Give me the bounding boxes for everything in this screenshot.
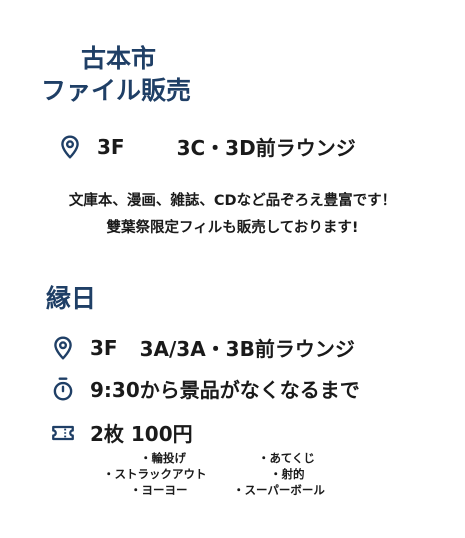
stopwatch-icon	[50, 376, 76, 402]
section1-description-line1: 文庫本、漫画、雑誌、CDなど品ぞろえ豊富です！	[68, 193, 397, 209]
game-item: ・ストラックアウト	[103, 467, 207, 481]
section1-description-line2: 雙葉祭限定フィルも販売しております!	[106, 220, 359, 236]
location-pin-icon	[50, 335, 76, 361]
section1-place: 3C・3D前ラウンジ	[176, 136, 356, 160]
game-item: ・ヨーヨー	[130, 483, 188, 497]
ticket-icon	[50, 420, 76, 446]
location-pin-icon	[57, 134, 83, 160]
game-item: ・スーパーボール	[233, 483, 325, 497]
game-item: ・あてくじ	[258, 451, 315, 465]
game-item: ・射的	[270, 467, 305, 481]
section2-place: 3A/3A・3B前ラウンジ	[139, 337, 355, 361]
section2-floor: 3F	[90, 335, 118, 360]
section2-time: 9:30から景品がなくなるまで	[90, 378, 360, 402]
section1-location-row: 3F 3C・3D前ラウンジ	[57, 132, 356, 161]
section1-title-line1: 古本市	[81, 44, 157, 73]
section2-location-row: 3F 3A/3A・3B前ラウンジ	[50, 333, 355, 362]
section2-time-row: 9:30から景品がなくなるまで	[50, 374, 360, 403]
section1-floor: 3F	[97, 134, 125, 159]
game-item: ・輪投げ	[140, 451, 186, 465]
section2-ticket-row: 2枚 100円	[50, 418, 193, 447]
section2-ticket: 2枚 100円	[90, 422, 193, 446]
section2-title: 縁日	[46, 284, 97, 313]
section1-title-line2: ファイル販売	[41, 76, 192, 105]
